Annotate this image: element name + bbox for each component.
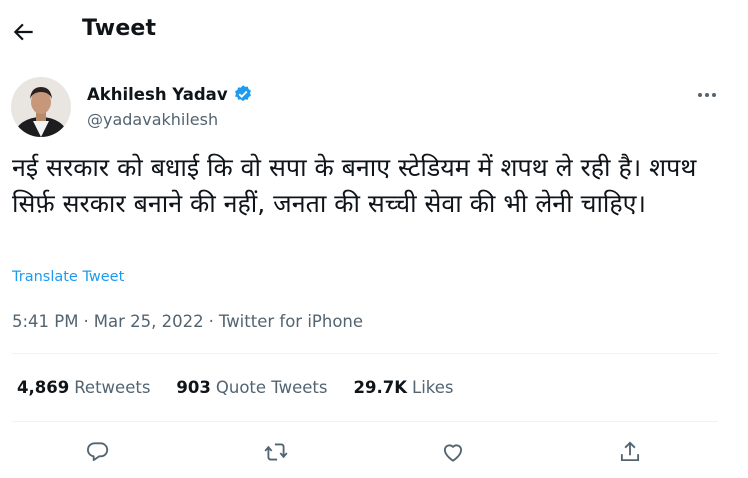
translate-tweet-link[interactable]: Translate Tweet xyxy=(12,269,124,285)
meta-separator: · xyxy=(208,312,214,331)
tweet-date[interactable]: Mar 25, 2022 xyxy=(94,312,204,331)
tweet-actions xyxy=(0,432,748,472)
page-title: Tweet xyxy=(82,16,157,41)
more-options-icon[interactable] xyxy=(692,84,722,106)
meta-separator: · xyxy=(83,312,89,331)
reply-icon[interactable] xyxy=(78,432,118,472)
likes-count: 29.7K xyxy=(353,378,408,397)
verified-badge-icon xyxy=(233,84,253,104)
tweet-source[interactable]: Twitter for iPhone xyxy=(219,312,363,331)
header-bar: Tweet xyxy=(0,0,748,62)
retweets-stat[interactable]: 4,869 Retweets xyxy=(17,378,150,397)
divider xyxy=(12,421,718,422)
author-handle[interactable]: @yadavakhilesh xyxy=(87,110,218,129)
divider xyxy=(12,353,718,354)
like-icon[interactable] xyxy=(433,432,473,472)
retweet-icon[interactable] xyxy=(256,432,296,472)
arrow-left-icon[interactable] xyxy=(11,19,37,45)
author-name[interactable]: Akhilesh Yadav xyxy=(87,85,228,104)
quote-tweets-stat[interactable]: 903 Quote Tweets xyxy=(176,378,327,397)
author-row: Akhilesh Yadav xyxy=(87,84,253,104)
quotes-count: 903 xyxy=(176,378,211,397)
share-icon[interactable] xyxy=(610,432,650,472)
retweets-label: Retweets xyxy=(74,378,151,397)
retweets-count: 4,869 xyxy=(17,378,70,397)
tweet-meta: 5:41 PM · Mar 25, 2022 · Twitter for iPh… xyxy=(12,312,363,331)
avatar[interactable] xyxy=(11,77,71,137)
tweet-time[interactable]: 5:41 PM xyxy=(12,312,78,331)
likes-stat[interactable]: 29.7K Likes xyxy=(354,378,454,397)
tweet-stats: 4,869 Retweets 903 Quote Tweets 29.7K Li… xyxy=(17,378,454,397)
quotes-label: Quote Tweets xyxy=(215,378,328,397)
tweet-text: नई सरकार को बधाई कि वो सपा के बनाए स्टेड… xyxy=(12,153,697,218)
likes-label: Likes xyxy=(412,378,454,397)
